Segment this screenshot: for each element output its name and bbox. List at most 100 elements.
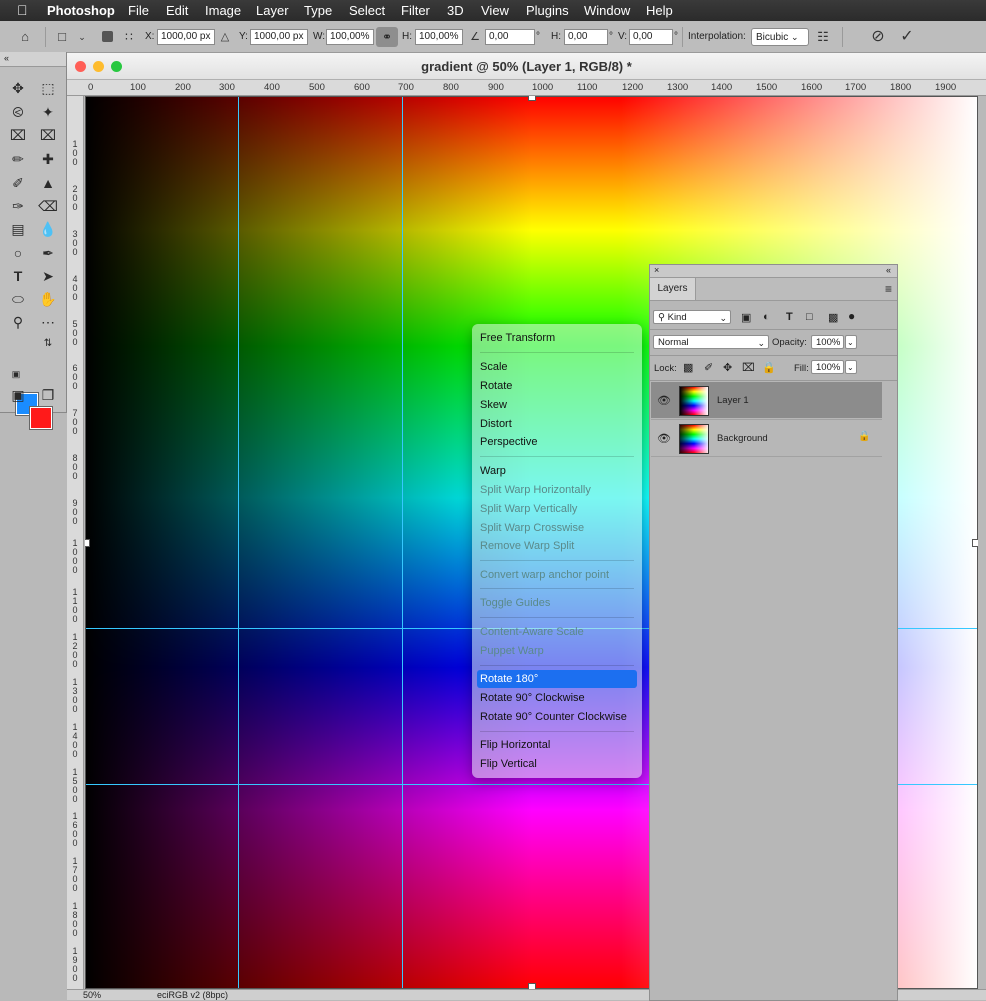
quick-mask-icon[interactable]: ▣: [8, 385, 28, 405]
menu-item-scale[interactable]: Scale: [480, 361, 508, 373]
menu-filter[interactable]: Filter: [401, 3, 430, 18]
menu-image[interactable]: Image: [205, 3, 241, 18]
type-tool-icon[interactable]: T: [8, 266, 28, 286]
menu-item-rotate-180[interactable]: Rotate 180°: [480, 673, 538, 685]
eye-icon[interactable]: 👁: [657, 394, 671, 407]
blend-mode-select[interactable]: Normal ⌄: [653, 335, 769, 349]
menu-select[interactable]: Select: [349, 3, 385, 18]
filter-pixel-icon[interactable]: ▣: [741, 311, 751, 324]
swap-colors-icon[interactable]: ⇅: [38, 334, 58, 354]
marquee-tool-icon[interactable]: ⬚: [38, 78, 58, 98]
chevron-down-icon[interactable]: ⌄: [74, 29, 90, 45]
relative-position-icon[interactable]: △: [217, 29, 233, 45]
eye-icon[interactable]: 👁: [657, 432, 671, 445]
apple-icon[interactable]: : [17, 2, 28, 18]
path-selection-tool-icon[interactable]: ➤: [38, 266, 58, 286]
crop-tool-icon[interactable]: ⌧: [8, 125, 28, 145]
menu-edit[interactable]: Edit: [166, 3, 188, 18]
filter-toggle-icon[interactable]: ●: [848, 309, 855, 323]
eyedropper-tool-icon[interactable]: ✏: [8, 149, 28, 169]
menu-3d[interactable]: 3D: [447, 3, 464, 18]
x-field[interactable]: 1000,00 px: [157, 29, 215, 45]
dodge-tool-icon[interactable]: ○: [8, 243, 28, 263]
screen-mode-icon[interactable]: ❐: [38, 385, 58, 405]
chevron-down-icon[interactable]: ⌄: [845, 360, 857, 374]
angle-field[interactable]: 0,00: [485, 29, 535, 45]
more-tools-icon[interactable]: ⋯: [38, 312, 58, 332]
ruler-horizontal[interactable]: 0 100 200 300 400 500 600 700 800 900 10…: [67, 80, 986, 96]
link-icon[interactable]: ⚭: [376, 27, 398, 47]
transform-handle[interactable]: [528, 96, 536, 101]
transform-handle[interactable]: [85, 539, 90, 547]
history-brush-tool-icon[interactable]: ✑: [8, 196, 28, 216]
menu-plugins[interactable]: Plugins: [526, 3, 569, 18]
y-field[interactable]: 1000,00 px: [250, 29, 308, 45]
frame-tool-icon[interactable]: ⌧: [38, 125, 58, 145]
menu-item-rotate[interactable]: Rotate: [480, 380, 512, 392]
layer-filter-select[interactable]: ⚲ Kind ⌄: [653, 310, 731, 324]
lasso-tool-icon[interactable]: ⧀: [8, 102, 28, 122]
fill-field[interactable]: 100%: [811, 360, 844, 374]
pen-tool-icon[interactable]: ✒: [38, 243, 58, 263]
reference-point-grid-icon[interactable]: ∷: [121, 29, 137, 45]
menu-item-perspective[interactable]: Perspective: [480, 436, 537, 448]
menu-item-flip-vertical[interactable]: Flip Vertical: [480, 758, 537, 770]
clone-stamp-tool-icon[interactable]: ▲: [38, 173, 58, 193]
toolbox-header[interactable]: «: [0, 52, 66, 67]
menu-item-rotate-90-cw[interactable]: Rotate 90° Clockwise: [480, 692, 585, 704]
menu-item-distort[interactable]: Distort: [480, 418, 512, 430]
default-colors-icon[interactable]: ▣: [6, 364, 26, 384]
reference-point-checkbox[interactable]: [102, 31, 113, 42]
menu-view[interactable]: View: [481, 3, 509, 18]
collapse-icon[interactable]: «: [886, 265, 891, 276]
filter-smart-object-icon[interactable]: ▩: [828, 311, 838, 324]
panel-header[interactable]: × «: [650, 265, 897, 278]
menu-item-rotate-90-ccw[interactable]: Rotate 90° Counter Clockwise: [480, 711, 627, 723]
warp-mode-icon[interactable]: ☷: [815, 29, 831, 45]
lock-transparent-icon[interactable]: ▩: [683, 361, 693, 374]
height-field[interactable]: 100,00%: [415, 29, 463, 45]
zoom-tool-icon[interactable]: ⚲: [8, 312, 28, 332]
h-skew-field[interactable]: 0,00: [564, 29, 608, 45]
ellipse-tool-icon[interactable]: ⬭: [8, 289, 28, 309]
hand-tool-icon[interactable]: ✋: [38, 289, 58, 309]
filter-shape-icon[interactable]: □: [806, 311, 813, 323]
tab-layers[interactable]: Layers: [650, 278, 696, 300]
menu-file[interactable]: File: [128, 3, 149, 18]
layer-row-layer-1[interactable]: 👁 Layer 1: [651, 382, 882, 418]
magic-wand-tool-icon[interactable]: ✦: [38, 102, 58, 122]
menu-item-warp[interactable]: Warp: [480, 465, 506, 477]
menu-type[interactable]: Type: [304, 3, 332, 18]
v-skew-field[interactable]: 0,00: [629, 29, 673, 45]
filter-adjustment-icon[interactable]: ◐: [763, 311, 770, 323]
filter-type-icon[interactable]: T: [786, 311, 793, 323]
ruler-vertical[interactable]: 1 0 0 2 0 0 3 0 0 4 0 0 5 0 0 6 0 0 7 0 …: [67, 96, 84, 989]
width-field[interactable]: 100,00%: [326, 29, 374, 45]
background-color-swatch[interactable]: [29, 406, 53, 430]
interpolation-select[interactable]: Bicubic ⌄: [751, 28, 809, 46]
home-icon[interactable]: ⌂: [17, 29, 33, 45]
menu-item-skew[interactable]: Skew: [480, 399, 507, 411]
chevron-down-icon[interactable]: ⌄: [845, 335, 857, 349]
menu-app-name[interactable]: Photoshop: [47, 3, 115, 18]
layer-row-background[interactable]: 👁 Background 🔒: [651, 419, 882, 457]
checkmark-icon[interactable]: ✓: [899, 29, 915, 45]
transform-tool-icon[interactable]: □: [54, 29, 70, 45]
menu-item-free-transform[interactable]: Free Transform: [480, 332, 555, 344]
move-tool-icon[interactable]: ✥: [8, 78, 28, 98]
menu-help[interactable]: Help: [646, 3, 673, 18]
close-icon[interactable]: ×: [654, 265, 659, 276]
lock-position-icon[interactable]: ✥: [723, 361, 732, 374]
blur-tool-icon[interactable]: 💧: [38, 219, 58, 239]
gradient-tool-icon[interactable]: ▤: [8, 219, 28, 239]
menu-window[interactable]: Window: [584, 3, 630, 18]
healing-brush-tool-icon[interactable]: ✚: [38, 149, 58, 169]
menu-layer[interactable]: Layer: [256, 3, 289, 18]
eraser-tool-icon[interactable]: ⌫: [38, 196, 58, 216]
lock-artboard-icon[interactable]: ⌧: [742, 361, 755, 374]
lock-image-icon[interactable]: ✐: [704, 361, 713, 374]
lock-all-icon[interactable]: 🔒: [762, 361, 776, 374]
panel-menu-icon[interactable]: ≡: [885, 282, 892, 296]
opacity-field[interactable]: 100%: [811, 335, 844, 349]
cancel-icon[interactable]: ⊘: [870, 29, 886, 45]
